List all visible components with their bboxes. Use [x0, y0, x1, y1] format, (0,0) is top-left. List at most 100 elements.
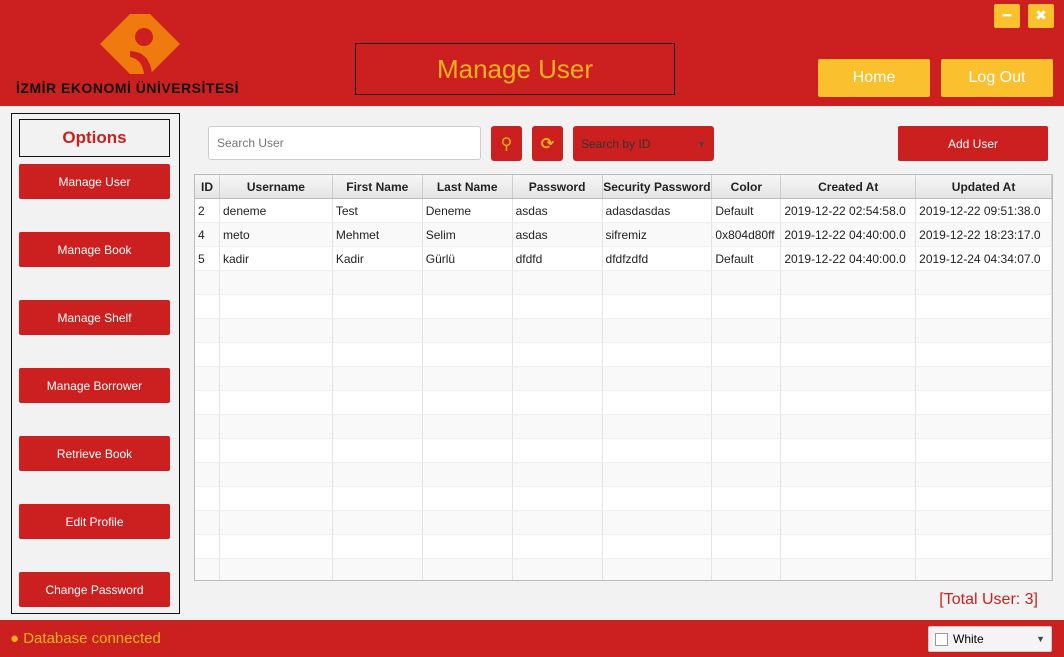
sidebar-item-edit-profile[interactable]: Edit Profile [19, 504, 170, 539]
table-cell [333, 439, 423, 462]
logout-button[interactable]: Log Out [941, 59, 1053, 97]
table-cell [423, 343, 513, 366]
column-header[interactable]: Last Name [423, 175, 513, 198]
sidebar: Options Manage User Manage Book Manage S… [11, 113, 180, 614]
table-cell [220, 367, 333, 390]
table-cell [781, 367, 917, 390]
table-cell: Mehmet [333, 223, 423, 246]
table-cell [423, 439, 513, 462]
table-cell [513, 391, 603, 414]
table-cell [333, 415, 423, 438]
table-cell [712, 295, 782, 318]
empty-row [195, 271, 1052, 295]
table-cell [603, 295, 713, 318]
empty-row [195, 319, 1052, 343]
table-cell [513, 271, 603, 294]
add-user-button[interactable]: Add User [898, 126, 1048, 161]
column-header[interactable]: Password [513, 175, 603, 198]
search-input[interactable] [208, 126, 481, 160]
table-row[interactable]: 5 kadir Kadir Gürlü dfdfd dfdfzdfd Default 2019… [195, 247, 1052, 271]
column-header[interactable]: Updated At [916, 175, 1052, 198]
table-cell [781, 463, 917, 486]
table-cell [220, 511, 333, 534]
column-header[interactable]: First Name [333, 175, 423, 198]
table-cell [195, 559, 220, 580]
table-cell [916, 439, 1052, 462]
table-cell [195, 367, 220, 390]
table-cell [423, 391, 513, 414]
page-title: Manage User [355, 43, 675, 95]
sidebar-item-manage-user[interactable]: Manage User [19, 164, 170, 199]
table-cell [333, 343, 423, 366]
table-cell [603, 343, 713, 366]
table-cell [712, 271, 782, 294]
table-cell: adasdasdas [603, 199, 713, 222]
table-cell [423, 367, 513, 390]
table-cell [781, 343, 917, 366]
table-cell [423, 535, 513, 558]
table-cell [781, 511, 917, 534]
column-header[interactable]: Security Password [603, 175, 713, 198]
table-cell [195, 511, 220, 534]
column-header[interactable]: ID [195, 175, 220, 198]
table-cell [513, 319, 603, 342]
table-cell [220, 559, 333, 580]
table-cell: kadir [220, 247, 333, 270]
sidebar-item-manage-borrower[interactable]: Manage Borrower [19, 368, 170, 403]
search-by-select[interactable]: Search by ID ▼ [573, 126, 714, 161]
table-cell [513, 535, 603, 558]
sidebar-item-retrieve-book[interactable]: Retrieve Book [19, 436, 170, 471]
search-button[interactable]: ⚲ [491, 126, 522, 161]
table-cell [712, 463, 782, 486]
table-cell [712, 415, 782, 438]
refresh-button[interactable]: ⟳ [532, 126, 563, 161]
table-cell [423, 487, 513, 510]
table-cell [513, 439, 603, 462]
table-cell [220, 487, 333, 510]
column-header[interactable]: Created At [781, 175, 917, 198]
table-cell [423, 295, 513, 318]
close-icon[interactable]: ✖ [1028, 4, 1054, 28]
sidebar-item-manage-shelf[interactable]: Manage Shelf [19, 300, 170, 335]
table-cell [333, 295, 423, 318]
table-cell [195, 391, 220, 414]
table-cell [333, 463, 423, 486]
table-cell: meto [220, 223, 333, 246]
table-cell: asdas [513, 223, 603, 246]
table-cell: 2019-12-22 02:54:58.0 [781, 199, 917, 222]
table-cell: Default [712, 247, 782, 270]
table-cell [916, 271, 1052, 294]
refresh-icon: ⟳ [540, 134, 555, 153]
table-cell [333, 271, 423, 294]
table-cell [220, 271, 333, 294]
sidebar-item-manage-book[interactable]: Manage Book [19, 232, 170, 267]
theme-checkbox[interactable] [935, 632, 948, 646]
table-cell [513, 487, 603, 510]
chevron-down-icon: ▼ [1036, 634, 1045, 644]
table-cell [513, 295, 603, 318]
empty-row [195, 535, 1052, 559]
home-button[interactable]: Home [818, 59, 930, 97]
table-row[interactable]: 2 deneme Test Deneme asdas adasdasdas Default 2… [195, 199, 1052, 223]
table-cell [603, 271, 713, 294]
table-cell: asdas [513, 199, 603, 222]
table-cell [423, 511, 513, 534]
table-cell [781, 271, 917, 294]
sidebar-item-change-password[interactable]: Change Password [19, 572, 170, 607]
column-header[interactable]: Username [220, 175, 333, 198]
table-cell [195, 415, 220, 438]
table-cell: 2019-12-22 18:23:17.0 [916, 223, 1052, 246]
table-cell [603, 391, 713, 414]
minimize-icon[interactable]: ━ [994, 4, 1020, 28]
table-cell [781, 319, 917, 342]
column-header[interactable]: Color [712, 175, 782, 198]
empty-row [195, 511, 1052, 535]
table-cell [195, 463, 220, 486]
table-cell [333, 535, 423, 558]
table-cell [712, 487, 782, 510]
empty-row [195, 295, 1052, 319]
table-cell: 2019-12-22 04:40:00.0 [781, 247, 917, 270]
table-row[interactable]: 4 meto Mehmet Selim asdas sifremiz 0x804d80ff 2… [195, 223, 1052, 247]
table-cell [781, 487, 917, 510]
theme-select[interactable]: White ▼ [928, 626, 1052, 652]
